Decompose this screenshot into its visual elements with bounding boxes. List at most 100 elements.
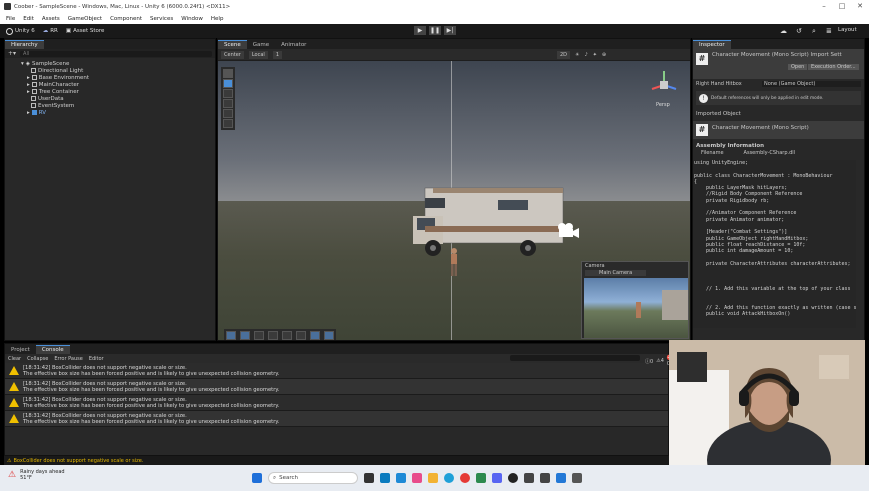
pause-button[interactable]: ❚❚	[429, 26, 441, 35]
overlay-tool-icon[interactable]	[254, 331, 264, 340]
tab-hierarchy[interactable]: Hierarchy	[5, 40, 44, 49]
edge-icon[interactable]	[444, 473, 454, 483]
app-icon[interactable]	[380, 473, 390, 483]
log-entry[interactable]: [18:31:42] BoxCollider does not support …	[5, 395, 668, 411]
tab-scene[interactable]: Scene	[218, 40, 247, 49]
hierarchy-item[interactable]: ▸ Base Environment	[23, 74, 215, 81]
menu-window[interactable]: Window	[181, 16, 203, 22]
scene-viewport[interactable]: Persp Camera Main Camera	[218, 61, 690, 340]
editor-dropdown[interactable]: Editor	[89, 356, 104, 362]
tab-project[interactable]: Project	[5, 346, 36, 354]
camera-select-dropdown[interactable]: Main Camera	[585, 270, 647, 276]
hand-tool-icon[interactable]	[223, 69, 233, 78]
tab-console[interactable]: Console	[35, 345, 70, 354]
hierarchy-search-input[interactable]: All	[20, 50, 212, 57]
tab-animator[interactable]: Animator	[275, 41, 312, 49]
move-tool-icon[interactable]	[223, 79, 233, 88]
maximize-icon[interactable]: □	[836, 2, 848, 10]
hierarchy-scene-root[interactable]: ▾ ◈ SampleScene	[21, 60, 215, 67]
lighting-icon[interactable]: ☀	[575, 52, 579, 58]
collapse-button[interactable]: Collapse	[27, 356, 48, 362]
object-field[interactable]: None (Game Object)	[762, 81, 861, 87]
discord-icon[interactable]	[492, 473, 502, 483]
layers-icon[interactable]: ≣	[826, 27, 832, 35]
task-view-icon[interactable]	[364, 473, 374, 483]
cloud-services-icon[interactable]: ☁	[780, 27, 787, 35]
weather-widget[interactable]: ⚠ Rainy days ahead 51°F	[8, 469, 65, 481]
unity-hub-icon[interactable]	[524, 473, 534, 483]
unity-icon[interactable]	[540, 473, 550, 483]
space-dropdown[interactable]: Local	[248, 50, 268, 59]
minimize-icon[interactable]: –	[818, 2, 830, 10]
expand-icon[interactable]: ▸	[27, 75, 30, 81]
menu-edit[interactable]: Edit	[23, 16, 34, 22]
vscode-icon[interactable]	[556, 473, 566, 483]
effects-icon[interactable]: ✦	[593, 52, 597, 58]
collab-button[interactable]: ☁ RR	[43, 28, 58, 34]
log-entry[interactable]: [18:31:42] BoxCollider does not support …	[5, 363, 668, 379]
overlay-tool-icon[interactable]	[296, 331, 306, 340]
transform-tool-icon[interactable]	[223, 119, 233, 128]
grid-snap-field[interactable]: 1	[272, 50, 282, 59]
overlay-tool-icon[interactable]	[324, 331, 334, 340]
start-icon[interactable]	[252, 473, 262, 483]
orientation-gizmo-icon[interactable]: Persp	[646, 67, 682, 109]
app-icon[interactable]	[508, 473, 518, 483]
menu-gameobject[interactable]: GameObject	[68, 16, 102, 22]
gizmos-icon[interactable]: ⊕	[602, 52, 606, 58]
menu-component[interactable]: Component	[110, 16, 142, 22]
status-bar[interactable]: ⚠ BoxCollider does not support negative …	[4, 456, 669, 465]
overlay-tool-icon[interactable]	[226, 331, 236, 340]
error-pause-button[interactable]: Error Pause	[54, 356, 82, 362]
hierarchy-item[interactable]: ▸ RV	[23, 109, 215, 116]
menu-help[interactable]: Help	[211, 16, 224, 22]
rotate-tool-icon[interactable]	[223, 89, 233, 98]
expand-icon[interactable]: ▾	[21, 61, 24, 67]
execution-order-button[interactable]: Execution Order...	[808, 64, 859, 70]
history-icon[interactable]: ↺	[796, 27, 802, 35]
tab-inspector[interactable]: Inspector	[693, 40, 731, 49]
app-icon[interactable]	[572, 473, 582, 483]
expand-icon[interactable]: ▸	[27, 89, 30, 95]
hierarchy-item[interactable]: ▸ MainCharacter	[23, 81, 215, 88]
pivot-dropdown[interactable]: Center	[221, 50, 244, 59]
scale-tool-icon[interactable]	[223, 99, 233, 108]
hierarchy-item[interactable]: Directional Light	[23, 67, 215, 74]
expand-icon[interactable]: ▸	[27, 110, 30, 116]
layout-dropdown[interactable]: Layout	[838, 27, 857, 33]
taskbar-search-input[interactable]: ⌕ Search	[268, 472, 358, 484]
warning-count-icon[interactable]: ⚠4	[656, 358, 664, 364]
hierarchy-item[interactable]: ▸ Tree Container	[23, 88, 215, 95]
audio-icon[interactable]: ♪	[585, 52, 588, 58]
app-icon[interactable]	[396, 473, 406, 483]
chrome-icon[interactable]	[460, 473, 470, 483]
message-count-icon[interactable]: ⓘ0	[645, 358, 653, 365]
menu-file[interactable]: File	[6, 16, 15, 22]
menu-assets[interactable]: Assets	[42, 16, 60, 22]
open-button[interactable]: Open	[788, 64, 808, 70]
app-icon[interactable]	[476, 473, 486, 483]
search-icon[interactable]: ⌕	[812, 27, 816, 36]
2d-toggle[interactable]: 2D	[557, 50, 571, 59]
hierarchy-item[interactable]: EventSystem	[23, 102, 215, 109]
play-button[interactable]: ▶	[414, 26, 426, 35]
console-search-input[interactable]	[510, 355, 640, 361]
overlay-tool-icon[interactable]	[268, 331, 278, 340]
overlay-tool-icon[interactable]	[240, 331, 250, 340]
step-button[interactable]: ▶|	[444, 26, 456, 35]
menu-services[interactable]: Services	[150, 16, 173, 22]
tab-game[interactable]: Game	[247, 41, 275, 49]
log-entry[interactable]: [18:31:42] BoxCollider does not support …	[5, 379, 668, 395]
hierarchy-item[interactable]: UserData	[23, 95, 215, 102]
file-explorer-icon[interactable]	[428, 473, 438, 483]
log-entry[interactable]: [18:31:42] BoxCollider does not support …	[5, 411, 668, 427]
account-button[interactable]: Unity 6	[6, 27, 35, 35]
expand-icon[interactable]: ▸	[27, 82, 30, 88]
add-icon[interactable]: +▾	[8, 50, 16, 57]
camera-gizmo-icon[interactable]	[555, 221, 579, 239]
overlay-tool-icon[interactable]	[310, 331, 320, 340]
asset-store-button[interactable]: ▣ Asset Store	[66, 28, 105, 34]
clear-button[interactable]: Clear	[8, 356, 21, 362]
close-icon[interactable]: ✕	[854, 2, 866, 10]
overlay-tool-icon[interactable]	[282, 331, 292, 340]
